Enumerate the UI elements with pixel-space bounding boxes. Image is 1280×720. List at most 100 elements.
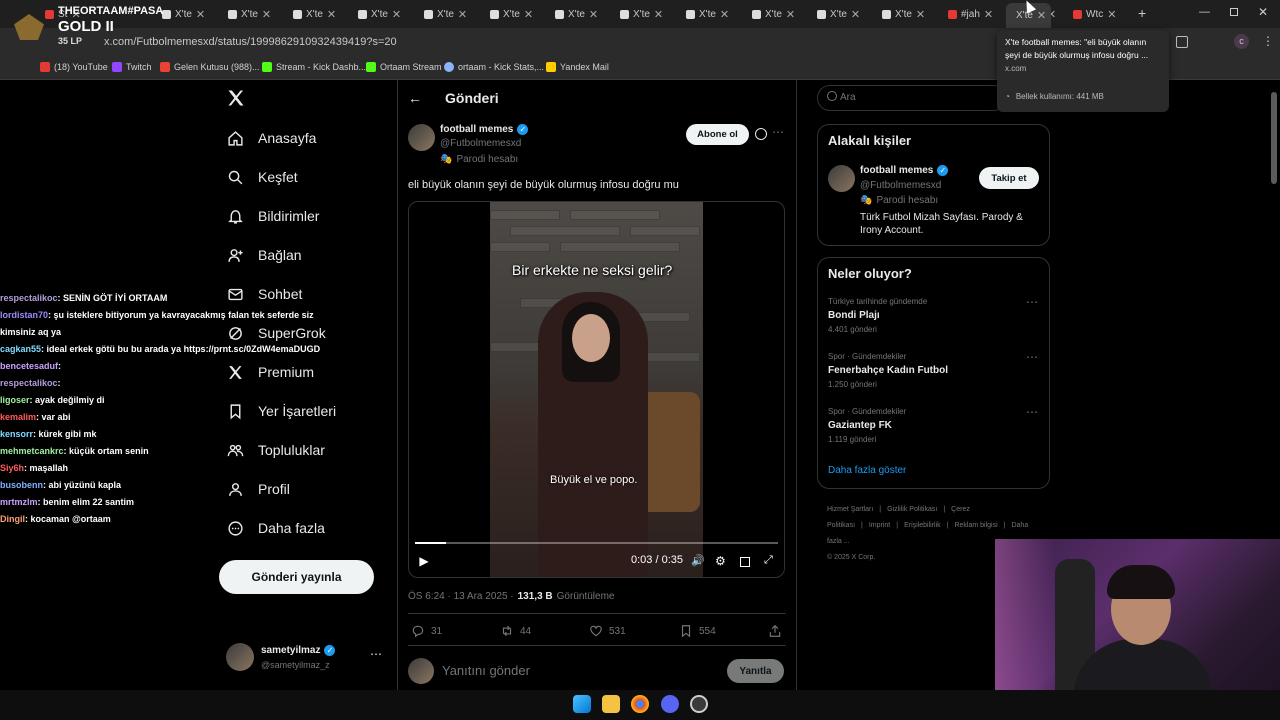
trend-more-icon[interactable]: ⋯ [1026,295,1039,309]
more-horizontal-icon[interactable]: ⋯ [370,647,382,661]
browser-menu-icon[interactable]: ⋮ [1262,34,1274,48]
trend-more-icon[interactable]: ⋯ [1026,405,1039,419]
tab-close-icon[interactable]: ✕ [1037,9,1046,22]
bookmark-yandex-mail[interactable]: Yandex Mail [546,62,609,72]
settings-gear-icon[interactable]: ⚙ [715,554,726,568]
browser-tab[interactable]: X'te✕ [752,5,807,23]
window-maximize-icon[interactable] [1230,8,1238,16]
browser-tab[interactable]: X'te✕ [358,5,413,23]
sidebar-item-ke-fet[interactable]: Keşfet [226,168,298,186]
tab-close-icon[interactable]: ✕ [589,8,598,21]
bookmark-youtube[interactable]: (18) YouTube [40,62,108,72]
extensions-icon[interactable] [1176,36,1188,48]
browser-tab[interactable]: X'te✕ [620,5,675,23]
bookmark-kick-dashboard[interactable]: Stream - Kick Dashb... [262,62,366,72]
discord-icon[interactable] [661,695,679,713]
chrome-icon[interactable] [631,695,649,713]
back-arrow-icon[interactable]: ← [408,90,422,106]
like-action[interactable]: 531 [589,624,626,638]
window-minimize-icon[interactable]: — [1199,6,1210,18]
picture-in-picture-icon[interactable] [740,557,750,567]
footer-link[interactable]: Hizmet Şartları [827,506,873,513]
sidebar-item-daha-fazla[interactable]: Daha fazla [226,519,325,537]
sidebar-item-supergrok[interactable]: SuperGrok [226,324,326,342]
tab-close-icon[interactable]: ✕ [720,8,729,21]
post-button[interactable]: Gönderi yayınla [219,560,374,594]
profile-avatar-icon[interactable]: c [1234,34,1249,49]
video-player[interactable]: Bir erkekte ne seksi gelir? Büyük el ve … [408,201,785,578]
tab-close-icon[interactable]: ✕ [1107,8,1116,21]
sidebar-item-bildirimler[interactable]: Bildirimler [226,207,319,225]
footer-link[interactable]: Reklam bilgisi [954,522,997,529]
tab-close-icon[interactable]: ✕ [984,8,993,21]
browser-tab[interactable]: X'te✕ [817,5,872,23]
reply-input[interactable]: Yanıtını gönder [442,663,530,678]
sidebar-item-premium[interactable]: Premium [226,363,314,381]
tab-close-icon[interactable]: ✕ [262,8,271,21]
bookmark-kick-stats[interactable]: ortaam - Kick Stats,... [444,62,544,72]
tab-close-icon[interactable]: ✕ [392,8,401,21]
relevant-user[interactable]: football memes ✓ [860,165,949,176]
windows-start-icon[interactable] [573,695,591,713]
share-action[interactable] [768,624,782,638]
post-timestamp[interactable]: ÖS 6:24 · 13 Ara 2025 · [408,591,514,602]
fullscreen-icon[interactable]: ⤢ [764,554,773,567]
tab-close-icon[interactable]: ✕ [916,8,925,21]
volume-icon[interactable]: 🔊 [691,554,705,567]
app-icon[interactable] [690,695,708,713]
tab-close-icon[interactable]: ✕ [654,8,663,21]
sidebar-item-topluluklar[interactable]: Topluluklar [226,441,325,459]
footer-link[interactable]: Imprint [869,522,890,529]
footer-link[interactable]: Erişilebilirlik [904,522,941,529]
bookmark-ortaam-stream[interactable]: Ortaam Stream [366,62,442,72]
reply-button[interactable]: Yanıtla [727,659,784,683]
browser-tab[interactable]: X'te✕ [228,5,283,23]
sidebar-item-ba-lan[interactable]: Bağlan [226,246,302,264]
trend-item[interactable]: Spor · Gündemdekiler Gaziantep FK 1.119 gö… [828,405,1039,444]
grok-icon[interactable] [755,128,767,140]
browser-tab[interactable]: X'te✕ [686,5,741,23]
follow-button[interactable]: Takip et [979,167,1039,189]
x-logo-icon[interactable] [226,88,246,108]
scrollbar[interactable] [1271,92,1277,184]
account-switcher[interactable]: sametyilmaz ✓ @sametyilmaz_z ⋯ [226,643,386,675]
new-tab-icon[interactable]: + [1138,5,1146,21]
bookmark-action[interactable]: 554 [679,624,716,638]
sidebar-item-sohbet[interactable]: Sohbet [226,285,302,303]
tab-close-icon[interactable]: ✕ [458,8,467,21]
repost-action[interactable]: 44 [500,624,531,638]
post-author[interactable]: football memes ✓ [440,124,529,135]
show-more-link[interactable]: Daha fazla göster [828,465,906,476]
tab-close-icon[interactable]: ✕ [327,8,336,21]
post-author-avatar[interactable] [408,124,435,151]
subscribe-button[interactable]: Abone ol [686,124,749,145]
tab-close-icon[interactable]: ✕ [786,8,795,21]
bookmark-twitch[interactable]: Twitch [112,62,152,72]
browser-tab[interactable]: X'te✕ [555,5,610,23]
post-more-icon[interactable]: ⋯ [772,125,784,139]
play-icon[interactable]: ▶ [417,554,431,568]
browser-tab[interactable]: X'te✕ [882,5,937,23]
sidebar-item-yer-i-aretleri[interactable]: Yer İşaretleri [226,402,336,420]
reply-action[interactable]: 31 [411,624,442,638]
footer-link[interactable]: Gizlilik Politikası [887,506,937,513]
browser-tab[interactable]: X'te✕ [293,5,348,23]
trend-item[interactable]: Türkiye tarihinde gündemde Bondi Plajı 4.4… [828,295,1039,334]
browser-tab[interactable]: X'te✕ [424,5,479,23]
sidebar-item-anasayfa[interactable]: Anasayfa [226,129,316,147]
trend-more-icon[interactable]: ⋯ [1026,350,1039,364]
relevant-avatar[interactable] [828,165,855,192]
bookmark-gmail[interactable]: Gelen Kutusu (988)... [160,62,260,72]
video-progress-bar[interactable] [415,542,778,544]
search-input[interactable]: Ara [817,85,1007,111]
window-close-icon[interactable]: ✕ [1258,5,1268,19]
post-author-handle[interactable]: @Futbolmemesxd [440,138,521,149]
browser-tab[interactable]: Wtc ✕ [1073,5,1128,23]
trend-item[interactable]: Spor · Gündemdekiler Fenerbahçe Kadın Fut… [828,350,1039,389]
file-explorer-icon[interactable] [602,695,620,713]
browser-tab[interactable]: X'te✕ [490,5,545,23]
sidebar-item-profil[interactable]: Profil [226,480,290,498]
tab-close-icon[interactable]: ✕ [851,8,860,21]
browser-tab[interactable]: #jah ✕ [948,5,1003,23]
tab-close-icon[interactable]: ✕ [524,8,533,21]
